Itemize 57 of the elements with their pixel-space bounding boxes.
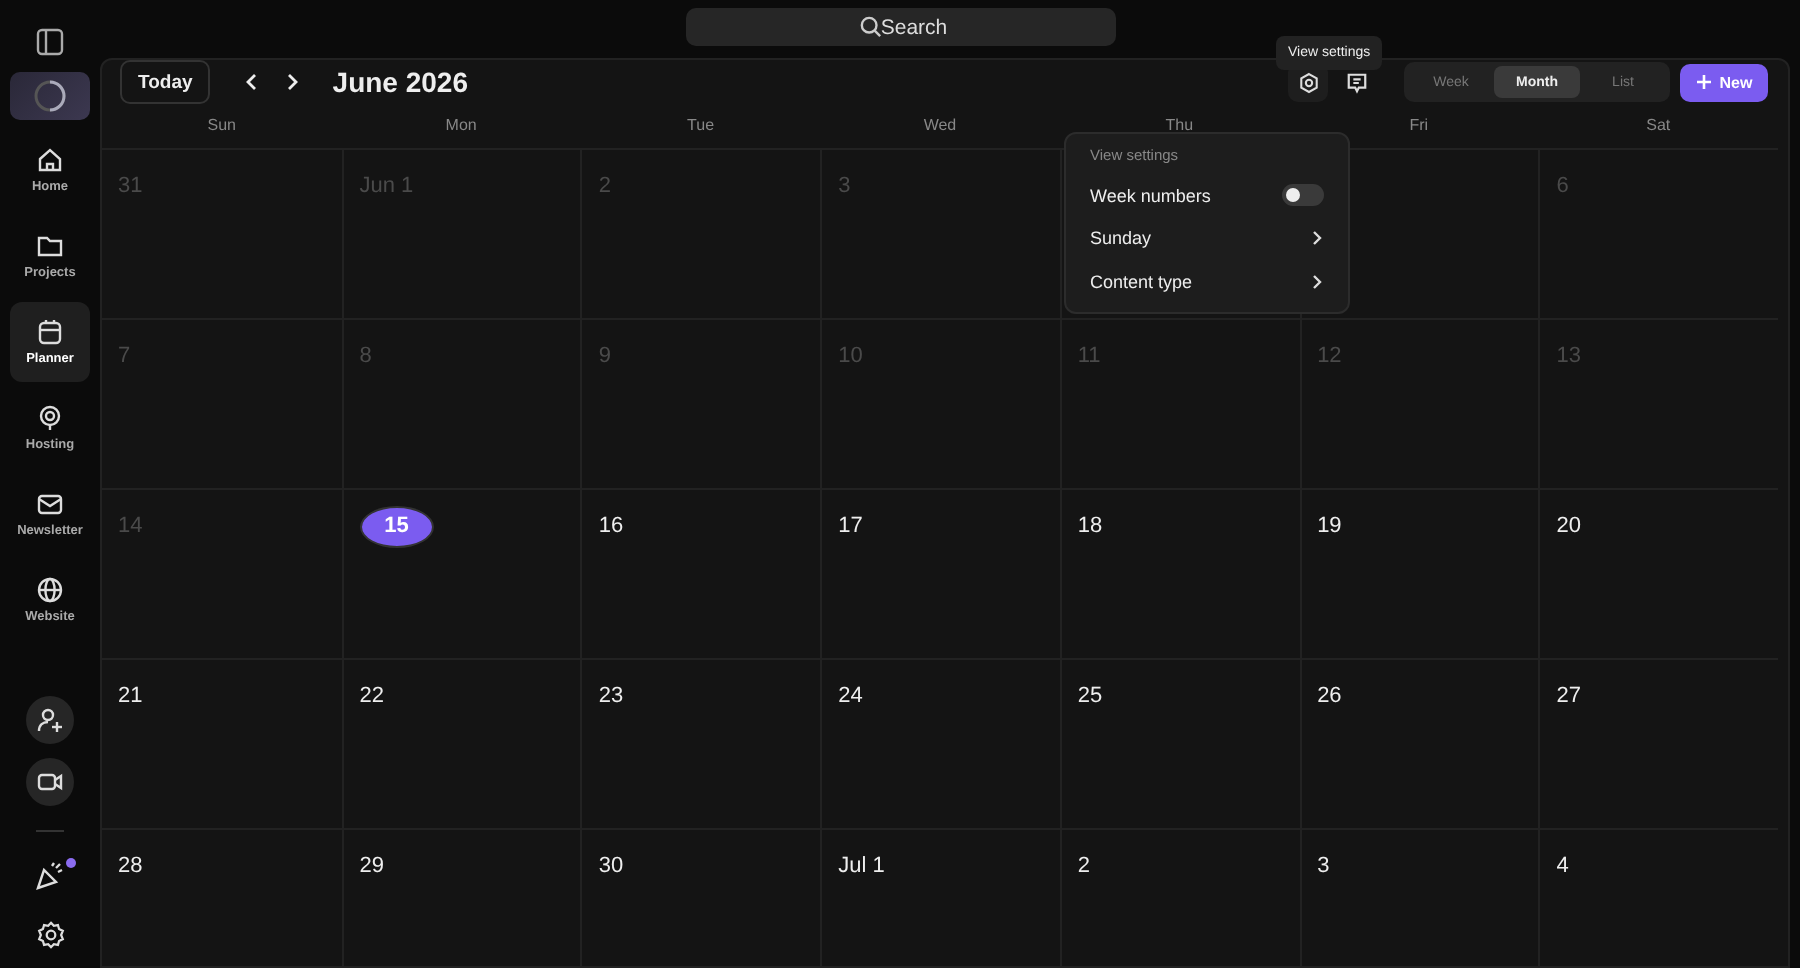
folder-icon [36,232,64,260]
home-icon [36,146,64,174]
sidebar-toggle-icon[interactable] [36,28,64,56]
day-cell[interactable]: 17 [820,488,1060,658]
chevron-right-icon [1308,273,1324,290]
party-popper-icon[interactable] [34,860,66,892]
workspace-logo-button[interactable] [10,72,90,120]
calendar-icon [36,318,64,346]
day-cell[interactable]: 15 [341,488,581,658]
globe-icon [36,576,64,604]
weekday-label: Sat [1644,114,1673,138]
weekday-label: Mon [443,114,479,138]
day-cell[interactable]: 20 [1538,488,1778,658]
day-cell[interactable]: 24 [820,658,1060,828]
day-cell[interactable]: 25 [1059,658,1300,828]
toggle-switch[interactable] [1282,184,1324,207]
day-cell[interactable]: 4 [1538,828,1778,966]
menu-item[interactable]: Week numbers [1090,174,1324,217]
video-button[interactable] [26,758,74,806]
day-cell[interactable]: 16 [580,488,821,658]
plus-icon [1695,74,1712,90]
search-field[interactable]: Search [685,8,1115,46]
next-icon[interactable] [282,72,303,92]
video-camera-icon [36,768,64,796]
settings-icon [1297,71,1319,93]
weekday-label: Wed [921,114,959,138]
weekday-label: Sun [205,114,238,138]
day-cell[interactable]: 19 [1299,488,1539,658]
day-cell[interactable]: 23 [580,658,821,828]
chevron-right-icon [1308,230,1324,247]
envelope-icon [36,490,64,518]
day-cell[interactable]: 2 [1059,828,1300,966]
signal-pin-icon [36,404,64,432]
day-cell[interactable]: 29 [341,828,581,966]
month-title: June 2026 [332,66,468,98]
day-cell[interactable]: 21 [102,658,342,828]
search-icon [859,16,881,38]
new-button[interactable]: New [1680,63,1768,101]
day-cell[interactable]: Jul 1 [820,828,1060,966]
settings-icon[interactable] [35,920,65,950]
add-person-icon [36,706,64,734]
day-cell[interactable]: 18 [1059,488,1300,658]
menu-item[interactable]: Content type [1090,260,1324,303]
day-cell[interactable]: 26 [1299,658,1539,828]
weekday-label: Thu [1163,114,1196,138]
day-cell[interactable]: 30 [580,828,821,966]
day-cell[interactable]: 3 [1299,828,1539,966]
add-person-button[interactable] [26,696,74,744]
weekday-label: Tue [685,114,717,138]
comment-icon [1345,71,1367,93]
day-cell[interactable]: 22 [341,658,581,828]
spinner-logo-icon [32,78,68,114]
day-cell[interactable]: 27 [1538,658,1778,828]
weekday-label: Fri [1407,114,1431,138]
today-button[interactable]: Today [120,60,211,104]
menu-item[interactable]: Sunday [1090,217,1324,260]
day-cell[interactable]: 28 [102,828,342,966]
